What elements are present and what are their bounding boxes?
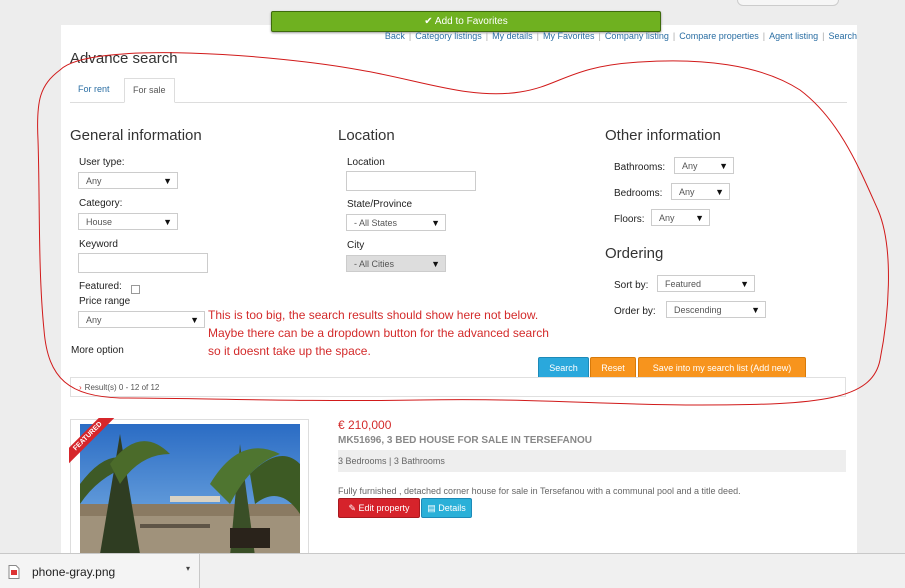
keyword-input[interactable] bbox=[78, 253, 208, 273]
reset-button[interactable]: Reset bbox=[590, 357, 636, 379]
location-label: Location bbox=[347, 157, 385, 168]
order-by-value: Descending bbox=[674, 305, 722, 315]
sort-by-value: Featured bbox=[665, 279, 702, 289]
bathrooms-value: Any bbox=[682, 161, 698, 171]
top-navigation: Back | Category listings | My details | My Fav… bbox=[384, 31, 857, 41]
tab-for-sale[interactable]: For sale bbox=[124, 78, 175, 103]
file-image-icon bbox=[8, 565, 20, 579]
state-value: - All States bbox=[354, 218, 398, 228]
nav-category-listings[interactable]: Category listings bbox=[415, 31, 482, 41]
bedrooms-label: Bedrooms: bbox=[614, 188, 663, 199]
state-select[interactable]: - All States ▼ bbox=[346, 214, 446, 231]
city-label: City bbox=[347, 240, 365, 251]
download-bar: phone-gray.png ▾ bbox=[0, 553, 905, 588]
featured-ribbon: FEATURED bbox=[69, 418, 117, 466]
dropdown-arrow-icon: ▼ bbox=[715, 187, 724, 197]
sort-by-select[interactable]: Featured ▼ bbox=[657, 275, 755, 292]
price-range-label: Price range bbox=[79, 296, 131, 307]
search-tabs: For rent For sale bbox=[70, 78, 847, 103]
advance-search-title: Advance search bbox=[70, 50, 178, 67]
annotation-note: This is too big, the search results shou… bbox=[208, 306, 618, 360]
details-button[interactable]: ▤ Details bbox=[421, 498, 472, 518]
dropdown-arrow-icon: ▼ bbox=[163, 217, 172, 227]
check-icon: ✔ bbox=[424, 16, 433, 27]
order-by-select[interactable]: Descending ▼ bbox=[666, 301, 766, 318]
user-type-select[interactable]: Any ▼ bbox=[78, 172, 178, 189]
nav-company-listing[interactable]: Company listing bbox=[605, 31, 669, 41]
bathrooms-select[interactable]: Any ▼ bbox=[674, 157, 734, 174]
listing-specs: 3 Bedrooms | 3 Bathrooms bbox=[338, 450, 846, 472]
download-item[interactable]: phone-gray.png ▾ bbox=[0, 554, 200, 588]
listing-price: € 210,000 bbox=[338, 418, 392, 432]
sort-by-label: Sort by: bbox=[614, 280, 649, 291]
results-bar: › Result(s) 0 - 12 of 12 bbox=[70, 377, 846, 397]
location-input[interactable] bbox=[346, 171, 476, 191]
state-label: State/Province bbox=[347, 199, 413, 210]
annotation-line: so it doesnt take up the space. bbox=[208, 344, 371, 358]
dropdown-arrow-icon: ▼ bbox=[719, 161, 728, 171]
floors-select[interactable]: Any ▼ bbox=[651, 209, 710, 226]
category-value: House bbox=[86, 217, 113, 227]
annotation-line: This is too big, the search results shou… bbox=[208, 308, 539, 322]
nav-agent-listing[interactable]: Agent listing bbox=[769, 31, 818, 41]
ordering-heading: Ordering bbox=[605, 245, 664, 262]
dropdown-arrow-icon: ▼ bbox=[190, 315, 199, 325]
caret-icon: › bbox=[79, 383, 82, 392]
floors-value: Any bbox=[659, 213, 675, 223]
listing-title[interactable]: MK51696, 3 BED HOUSE FOR SALE IN TERSEFA… bbox=[338, 435, 592, 446]
chevron-down-icon[interactable]: ▾ bbox=[186, 564, 196, 576]
dropdown-arrow-icon: ▼ bbox=[431, 259, 440, 269]
listing-description: Fully furnished , detached corner house … bbox=[338, 486, 741, 496]
price-range-value: Any bbox=[86, 315, 102, 325]
edit-property-label: Edit property bbox=[358, 503, 410, 513]
category-select[interactable]: House ▼ bbox=[78, 213, 178, 230]
bedrooms-select[interactable]: Any ▼ bbox=[671, 183, 730, 200]
edit-icon: ✎ bbox=[348, 503, 356, 513]
annotation-line: Maybe there can be a dropdown button for… bbox=[208, 326, 549, 340]
keyword-label: Keyword bbox=[79, 239, 118, 250]
nav-compare-properties[interactable]: Compare properties bbox=[679, 31, 759, 41]
category-label: Category: bbox=[79, 198, 123, 209]
order-by-label: Order by: bbox=[614, 306, 656, 317]
property-photo-frame[interactable]: FEATURED bbox=[69, 418, 309, 561]
other-information-heading: Other information bbox=[605, 127, 721, 144]
general-information-heading: General information bbox=[70, 127, 202, 144]
user-type-value: Any bbox=[86, 176, 102, 186]
nav-search[interactable]: Search bbox=[828, 31, 857, 41]
dropdown-arrow-icon: ▼ bbox=[740, 279, 749, 289]
dropdown-arrow-icon: ▼ bbox=[431, 218, 440, 228]
featured-badge: FEATURED bbox=[69, 418, 117, 466]
floors-label: Floors: bbox=[614, 214, 645, 225]
location-heading: Location bbox=[338, 127, 395, 144]
download-filename: phone-gray.png bbox=[32, 565, 116, 579]
browser-top-pill bbox=[737, 0, 839, 6]
bedrooms-value: Any bbox=[679, 187, 695, 197]
bathrooms-label: Bathrooms: bbox=[614, 162, 666, 173]
nav-back[interactable]: Back bbox=[385, 31, 405, 41]
document-icon: ▤ bbox=[427, 503, 436, 513]
details-label: Details bbox=[438, 503, 466, 513]
featured-label: Featured: bbox=[79, 281, 122, 292]
add-to-favorites-button[interactable]: ✔ Add to Favorites bbox=[271, 11, 661, 32]
dropdown-arrow-icon: ▼ bbox=[695, 213, 704, 223]
price-range-select[interactable]: Any ▼ bbox=[78, 311, 205, 328]
results-count: Result(s) 0 - 12 of 12 bbox=[84, 383, 160, 392]
featured-checkbox[interactable] bbox=[131, 285, 140, 294]
search-button[interactable]: Search bbox=[538, 357, 589, 379]
dropdown-arrow-icon: ▼ bbox=[163, 176, 172, 186]
nav-my-details[interactable]: My details bbox=[492, 31, 533, 41]
city-select[interactable]: - All Cities ▼ bbox=[346, 255, 446, 272]
tab-for-rent[interactable]: For rent bbox=[70, 78, 118, 101]
more-option-link[interactable]: More option bbox=[71, 345, 124, 356]
user-type-label: User type: bbox=[79, 157, 125, 168]
save-search-button[interactable]: Save into my search list (Add new) bbox=[638, 357, 806, 379]
add-to-favorites-label: Add to Favorites bbox=[434, 16, 508, 27]
nav-my-favorites[interactable]: My Favorites bbox=[543, 31, 595, 41]
city-value: - All Cities bbox=[354, 259, 395, 269]
dropdown-arrow-icon: ▼ bbox=[751, 305, 760, 315]
edit-property-button[interactable]: ✎ Edit property bbox=[338, 498, 420, 518]
